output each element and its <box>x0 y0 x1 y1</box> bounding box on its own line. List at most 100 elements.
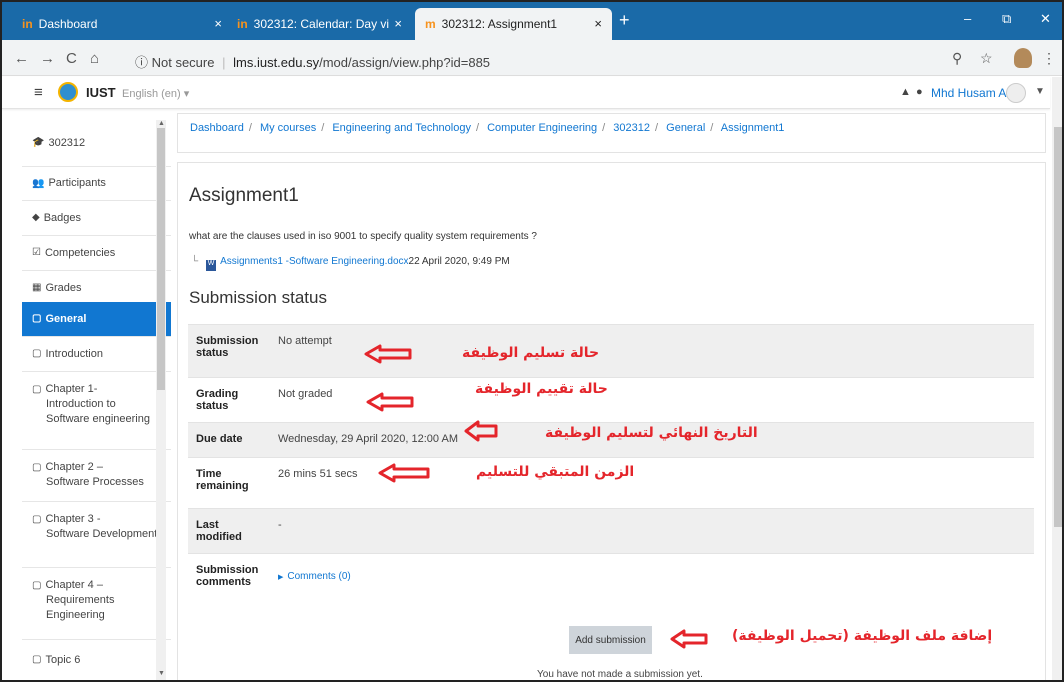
notifications-icon[interactable]: ▲ <box>900 86 911 98</box>
menu-toggle-icon[interactable]: ≡ <box>34 84 43 101</box>
checkbox-icon: ☑ <box>32 247 41 259</box>
scroll-up-icon[interactable]: ▲ <box>158 120 165 127</box>
annotation-submission-status: حالة تسليم الوظيفة <box>462 345 600 361</box>
back-icon[interactable]: ← <box>14 50 29 67</box>
sidebar-item-topic-6[interactable]: ▢ Topic 6 <box>22 640 171 680</box>
sidebar-item-competencies[interactable]: ☑ Competencies <box>22 236 171 271</box>
new-tab-button[interactable]: + <box>619 10 630 31</box>
annotation-arrow-icon <box>378 463 430 483</box>
breadcrumb-item[interactable]: General <box>666 122 705 134</box>
annotation-time-remaining: الزمن المتبقي للتسليم <box>476 464 635 480</box>
breadcrumb-separator: / <box>655 122 659 134</box>
moodle-favicon-icon: in <box>237 17 248 31</box>
sidebar-item-badges[interactable]: ◆ Badges <box>22 201 171 236</box>
comments-link: Comments (0) <box>287 571 351 582</box>
row-key: Submission comments <box>188 553 270 608</box>
annotation-grading-status: حالة تقييم الوظيفة <box>475 381 608 397</box>
folder-icon: ▢ <box>32 313 42 325</box>
sidebar-item-chapter-2[interactable]: ▢ Chapter 2 – Software Processes <box>22 450 171 502</box>
restore-icon[interactable]: ⧉ <box>1002 11 1011 27</box>
attachment-link[interactable]: Assignments1 -Software Engineering.docx <box>220 256 408 267</box>
close-tab-icon[interactable]: × <box>394 16 402 31</box>
tab-assignment[interactable]: m 302312: Assignment1 × <box>415 8 612 40</box>
breadcrumb: Dashboard / My courses / Engineering and T… <box>190 122 784 134</box>
row-key: Grading status <box>188 377 270 423</box>
sidebar-item-general[interactable]: ▢ General <box>22 302 171 337</box>
page-title: Assignment1 <box>189 185 299 206</box>
sidebar-item-label: Chapter 1- <box>45 383 98 395</box>
url-path: /mod/assign/view.php?id=885 <box>319 55 491 70</box>
sidebar-item-introduction[interactable]: ▢ Introduction <box>22 337 171 372</box>
breadcrumb-separator: / <box>321 122 325 134</box>
moodle-favicon-icon: m <box>425 17 436 31</box>
add-submission-button[interactable]: Add submission <box>569 626 652 654</box>
row-key: Submission status <box>188 324 270 378</box>
sidebar-item-chapter-3[interactable]: ▢ Chapter 3 - Software Development <box>22 502 171 568</box>
browser-menu-icon[interactable]: ⋮ <box>1042 50 1056 67</box>
language-selector[interactable]: English (en) ▾ <box>122 87 189 100</box>
row-key: Time remaining <box>188 457 270 509</box>
sidebar-item-chapter-1[interactable]: ▢ Chapter 1- Introduction to Software eng… <box>22 372 171 450</box>
close-tab-icon[interactable]: × <box>214 16 222 31</box>
table-row: Submission status No attempt <box>188 324 1034 378</box>
breadcrumb-separator: / <box>710 122 714 134</box>
url-divider: | <box>222 55 226 70</box>
url-host: lms.iust.edu.sy <box>233 55 320 70</box>
sidebar-item-label: Introduction <box>45 347 103 360</box>
sidebar-scroll-thumb[interactable] <box>157 128 165 390</box>
user-avatar[interactable] <box>1006 83 1026 103</box>
annotation-add-submission: إضافة ملف الوظيفة (تحميل الوظيفة) <box>732 628 993 644</box>
row-value: ▶ Comments (0) <box>270 553 1034 608</box>
assignment-description: what are the clauses used in iso 9001 to… <box>189 231 537 242</box>
caret-right-icon: ▶ <box>278 574 284 581</box>
sidebar-item-heading: ▢ Chapter 3 - <box>32 512 100 527</box>
forward-icon[interactable]: → <box>40 50 55 67</box>
star-icon[interactable]: ☆ <box>980 50 993 67</box>
moodle-favicon-icon: in <box>22 17 33 31</box>
breadcrumb-separator: / <box>602 122 606 134</box>
minimize-icon[interactable]: – <box>964 11 971 26</box>
sidebar-item-sublabel: Software Processes <box>46 475 144 488</box>
folder-icon: ▢ <box>32 654 42 666</box>
address-bar: ← → C ⌂ ⓘ Not secure | lms.iust.edu.sy/m… <box>2 40 1062 76</box>
reload-icon[interactable]: C <box>66 50 77 67</box>
url-field[interactable]: ⓘ Not secure | lms.iust.edu.sy/mod/assig… <box>135 52 490 71</box>
annotation-arrow-icon <box>366 392 414 412</box>
tab-calendar[interactable]: in 302312: Calendar: Day view: Wed × <box>227 8 412 40</box>
sidebar-item-grades[interactable]: ▦ Grades <box>22 271 171 306</box>
home-icon[interactable]: ⌂ <box>90 50 99 67</box>
sidebar-item-sublabel: Software Development <box>46 527 158 540</box>
sidebar-item-course[interactable]: 🎓 302312 <box>22 120 171 167</box>
breadcrumb-item[interactable]: Dashboard <box>190 122 244 134</box>
breadcrumb-item[interactable]: My courses <box>260 122 316 134</box>
tab-dashboard[interactable]: in Dashboard × <box>12 8 232 40</box>
breadcrumb-item[interactable]: Computer Engineering <box>487 122 597 134</box>
close-tab-icon[interactable]: × <box>594 16 602 31</box>
close-window-icon[interactable]: ✕ <box>1040 11 1051 27</box>
zoom-icon[interactable]: ⚲ <box>952 50 962 67</box>
browser-profile-avatar[interactable] <box>1014 48 1032 68</box>
page-scroll-thumb[interactable] <box>1054 127 1062 527</box>
breadcrumb-separator: / <box>248 122 252 134</box>
sidebar-item-sublabel: Requirements Engineering <box>46 593 115 621</box>
breadcrumb-item[interactable]: 302312 <box>613 122 650 134</box>
security-indicator[interactable]: ⓘ Not secure <box>135 55 214 70</box>
browser-tab-bar: in Dashboard × in 302312: Calendar: Day … <box>2 2 1062 40</box>
scroll-down-icon[interactable]: ▼ <box>158 670 165 677</box>
site-brand[interactable]: IUST <box>86 85 116 100</box>
iust-logo[interactable] <box>58 82 78 102</box>
breadcrumb-item[interactable]: Assignment1 <box>721 122 785 134</box>
sidebar-item-chapter-4[interactable]: ▢ Chapter 4 – Requirements Engineering <box>22 568 171 640</box>
messages-icon[interactable]: ● <box>916 86 923 98</box>
sidebar-item-label: Participants <box>48 177 106 190</box>
attachment: └ W Assignments1 -Software Engineering.doc… <box>191 256 510 271</box>
sidebar-item-sublabel: Introduction to Software engineering <box>46 397 150 425</box>
comments-toggle[interactable]: ▶ Comments (0) <box>278 571 351 582</box>
breadcrumb-item[interactable]: Engineering and Technology <box>332 122 471 134</box>
table-icon: ▦ <box>32 282 42 294</box>
submission-status-heading: Submission status <box>189 288 327 307</box>
word-document-icon: W <box>206 260 217 271</box>
sidebar-item-participants[interactable]: 👥 Participants <box>22 167 171 201</box>
chevron-down-icon[interactable]: ▼ <box>1035 86 1045 97</box>
tab-title: Dashboard <box>38 17 98 31</box>
